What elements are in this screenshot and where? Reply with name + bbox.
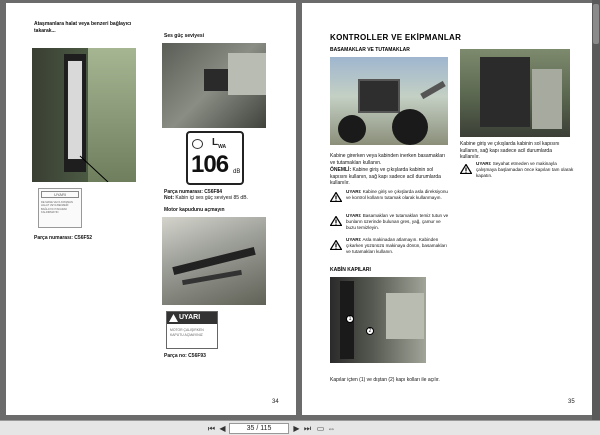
warning-2-text: UYARI: Basamakları ve tutamakları temiz … — [346, 213, 449, 230]
photo-cabin-doors: 1 2 — [330, 277, 426, 363]
part-number-1: Parça numarası: C56F52 — [34, 235, 93, 241]
last-page-icon[interactable]: ⏭ — [303, 423, 312, 434]
backhoe-front-wheel — [338, 115, 366, 143]
caption-top: Ataşmanlara halat veya benzeri bağlayıcı… — [34, 21, 132, 34]
sticker-title: UYARI — [41, 191, 79, 198]
left-page: Ataşmanlara halat veya benzeri bağlayıcı… — [6, 3, 296, 415]
pointer-line — [79, 155, 109, 182]
section-steps: BASAMAKLAR VE TUTAMAKLAR — [330, 47, 410, 53]
backhoe-arm — [420, 80, 446, 100]
hydraulic-cylinder — [172, 246, 256, 276]
engine-hose — [182, 269, 242, 286]
warning-triangle-icon — [460, 164, 472, 174]
first-page-icon[interactable]: ⏮ — [207, 423, 216, 434]
warning-3: UYARI: Asla makinadan atlamayın. Kabinde… — [330, 237, 450, 257]
section-sound: Ses güç seviyesi — [164, 33, 205, 39]
page-number-left: 34 — [272, 399, 279, 405]
para-important: ÖNEMLİ: Kabine giriş ve çıkışlarda kabin… — [330, 167, 441, 186]
warning-2: UYARI: Basamakları ve tutamakları temiz … — [330, 213, 450, 233]
right-page: KONTROLLER VE EKİPMANLAR BASAMAKLAR VE T… — [302, 3, 592, 415]
photo-cabin-sticker — [32, 48, 136, 182]
fit-page-icon[interactable]: ▭ — [316, 423, 325, 434]
scrollbar-thumb[interactable] — [593, 4, 599, 44]
photo-backhoe — [330, 57, 448, 145]
right-para: Kabine giriş ve çıkışlarda kabinin sol k… — [460, 141, 560, 160]
section-doors: KABİN KAPILARI — [330, 267, 371, 273]
callout-2: 2 — [366, 327, 374, 335]
page-indicator[interactable]: 35 / 115 — [229, 423, 289, 434]
backhoe-rear-wheel — [392, 109, 428, 145]
photo-engine — [162, 217, 266, 305]
warning-sticker: UYARI DE MANE VEYA ATAŞMAN HALAT VEYA BE… — [38, 188, 82, 228]
uyari-label-text: MOTOR ÇALIŞIRKEN KAPUTU AÇMAYINIZ — [170, 328, 204, 337]
background-building — [228, 53, 266, 95]
page-title: KONTROLLER VE EKİPMANLAR — [330, 33, 462, 42]
vertical-scrollbar[interactable] — [592, 0, 600, 420]
right-warning-text: UYARI: Seyahat etmeden ve makinayla çalı… — [476, 161, 574, 178]
section-hood: Motor kapudunu açmayın — [164, 207, 225, 213]
warning-triangle-icon — [330, 240, 342, 250]
warning-triangle-icon — [330, 192, 342, 202]
part-number-3: Parça no: C56F93 — [164, 353, 206, 359]
note-sound: Not: Kabin içi ses güç seviyesi 85 dB. — [164, 195, 248, 201]
lwa-value: 106 — [191, 151, 229, 178]
warning-3-text: UYARI: Asla makinadan atlamayın. Kabinde… — [346, 237, 447, 254]
lwa-label: LWA — [212, 137, 227, 150]
warning-1: UYARI: Kabine giriş ve çıkışlarda asla d… — [330, 189, 450, 209]
lwa-sign: LWA 106 dB — [186, 131, 244, 185]
backhoe-cabin — [358, 79, 400, 113]
uyari-label: UYARI MOTOR ÇALIŞIRKEN KAPUTU AÇMAYINIZ — [166, 311, 218, 349]
lwa-unit: dB — [233, 169, 241, 175]
warning-triangle-icon — [330, 216, 342, 226]
next-page-icon[interactable]: ▶ — [292, 423, 301, 434]
photo-cabin-entry — [460, 49, 570, 137]
cabin-door-frame — [480, 57, 530, 127]
caption-doors: Kapılar içten (1) ve dıştan (2) kapı kol… — [330, 377, 440, 383]
photo-sound-label — [162, 43, 266, 128]
door-glass — [386, 293, 424, 339]
para-steps: Kabine girerken veya kabinden inerken ba… — [330, 153, 446, 166]
right-warning: UYARI: Seyahat etmeden ve makinayla çalı… — [460, 161, 574, 183]
fit-width-icon[interactable]: ⇔ — [327, 423, 336, 434]
page-number-right: 35 — [568, 399, 575, 405]
callout-1: 1 — [346, 315, 354, 323]
warning-1-text: UYARI: Kabine giriş ve çıkışlarda asla d… — [346, 189, 448, 200]
warning-triangle-icon — [169, 314, 178, 322]
sticker-text: DE MANE VEYA ATAŞMAN HALAT VEYA BENZERİ … — [41, 201, 73, 215]
pdf-toolbar: ⏮ ◀ 35 / 115 ▶ ⏭ ▭ ⇔ — [0, 420, 600, 435]
cabin-exterior — [532, 69, 562, 129]
speaker-icon — [192, 139, 203, 149]
prev-page-icon[interactable]: ◀ — [218, 423, 227, 434]
